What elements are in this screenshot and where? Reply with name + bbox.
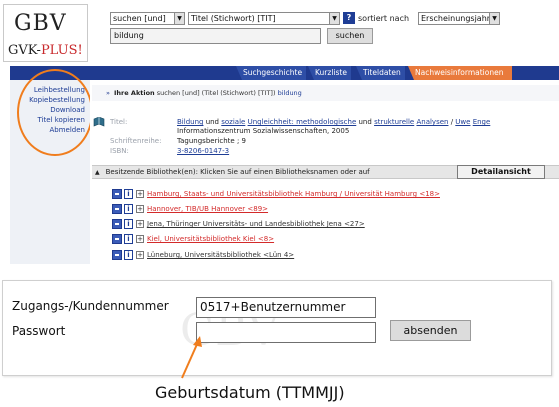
library-link[interactable]: Lüneburg, Universitätsbibliothek <Lün 4>: [147, 250, 294, 260]
sort-select[interactable]: Erscheinungsjahr ▼: [418, 12, 500, 25]
title-value: Bildung und soziale Ungleichheit: method…: [177, 118, 491, 126]
collapse-icon[interactable]: ▲: [95, 169, 100, 176]
info-icon[interactable]: i: [124, 219, 133, 229]
isbn-label: ISBN:: [110, 147, 129, 155]
password-label: Passwort: [12, 324, 66, 338]
isbn-link[interactable]: 3-8206-0147-3: [177, 147, 229, 155]
bullet-icon: »: [106, 89, 110, 97]
user-number-input[interactable]: 0517+Benutzernummer: [196, 297, 376, 318]
title-link-methodologische[interactable]: : methodologische: [292, 118, 357, 126]
title-link-bildung[interactable]: Bildung: [177, 118, 203, 126]
order-icon[interactable]: [112, 204, 122, 214]
sort-label: sortiert nach: [358, 14, 410, 23]
dropdown-arrow-icon: ▼: [489, 13, 499, 24]
info-icon[interactable]: i: [124, 189, 133, 199]
gbv-logo[interactable]: GBV GVK-PLUS!: [3, 4, 88, 62]
library-link[interactable]: Kiel, Universitätsbibliothek Kiel <8>: [147, 234, 274, 244]
search-operator-select[interactable]: suchen [und] ▼: [110, 12, 185, 25]
book-icon: [93, 117, 105, 127]
search-input[interactable]: bildung: [110, 28, 321, 44]
title-link-ungleichheit[interactable]: Ungleichheit: [248, 118, 292, 126]
library-link[interactable]: Hannover, TIB/UB Hannover <89>: [147, 204, 268, 214]
annotation-label: Geburtsdatum (TTMMJJ): [155, 383, 345, 402]
title-link-uwe[interactable]: Uwe: [455, 118, 470, 126]
action-query-link[interactable]: bildung: [278, 89, 302, 97]
header: GBV GVK-PLUS! suchen [und] ▼ Titel (Stich…: [0, 0, 559, 66]
tab-kurzliste[interactable]: Kurzliste: [308, 66, 351, 80]
title-link-soziale[interactable]: soziale: [221, 118, 245, 126]
title-label: Titel:: [110, 118, 128, 126]
dropdown-arrow-icon: ▼: [174, 13, 184, 24]
order-icon[interactable]: [112, 189, 122, 199]
series-value: Tagungsberichte ; 9: [177, 137, 246, 145]
logo-line1: GBV: [14, 11, 67, 36]
info-icon[interactable]: i: [124, 234, 133, 244]
library-link[interactable]: Hamburg, Staats- und Universitätsbibliot…: [147, 189, 440, 199]
detail-view-button[interactable]: Detailansicht: [457, 165, 545, 179]
search-button[interactable]: suchen: [327, 28, 373, 44]
order-icon[interactable]: [112, 250, 122, 260]
tab-suchgeschichte[interactable]: Suchgeschichte: [236, 66, 307, 80]
expand-icon[interactable]: +: [136, 251, 144, 259]
info-icon[interactable]: i: [124, 250, 133, 260]
publisher-value: Informationszentrum Sozialwissenschaften…: [177, 127, 350, 135]
highlight-annotation: [17, 69, 93, 156]
expand-icon[interactable]: +: [136, 220, 144, 228]
title-link-enge[interactable]: Enge: [473, 118, 491, 126]
dropdown-arrow-icon: ▼: [329, 13, 339, 24]
help-icon[interactable]: ?: [343, 12, 355, 24]
logo-line2: GVK-PLUS!: [8, 43, 83, 58]
title-link-strukturelle[interactable]: strukturelle: [374, 118, 414, 126]
isbn-value: 3-8206-0147-3: [177, 147, 229, 155]
library-link[interactable]: Jena, Thüringer Universitäts- und Landes…: [147, 219, 365, 229]
series-label: Schriftenreihe:: [110, 137, 162, 145]
order-icon[interactable]: [112, 219, 122, 229]
expand-icon[interactable]: +: [136, 190, 144, 198]
title-link-analysen[interactable]: Analysen: [416, 118, 448, 126]
user-number-label: Zugangs-/Kundennummer: [12, 299, 169, 313]
tab-titeldaten[interactable]: Titeldaten: [356, 66, 405, 80]
expand-icon[interactable]: +: [136, 235, 144, 243]
action-bar: » Ihre Aktion suchen [und] (Titel (Stichw…: [92, 85, 559, 101]
tab-nachweisinformationen[interactable]: Nachweisinformationen: [408, 66, 512, 80]
expand-icon[interactable]: +: [136, 205, 144, 213]
order-icon[interactable]: [112, 234, 122, 244]
annotation-arrow: [181, 336, 202, 379]
action-text: suchen [und] (Titel (Stichwort) [TIT]): [156, 89, 276, 97]
search-field-select[interactable]: Titel (Stichwort) [TIT] ▼: [188, 12, 340, 25]
action-prefix: Ihre Aktion: [113, 89, 155, 97]
submit-button[interactable]: absenden: [390, 320, 471, 341]
info-icon[interactable]: i: [124, 204, 133, 214]
